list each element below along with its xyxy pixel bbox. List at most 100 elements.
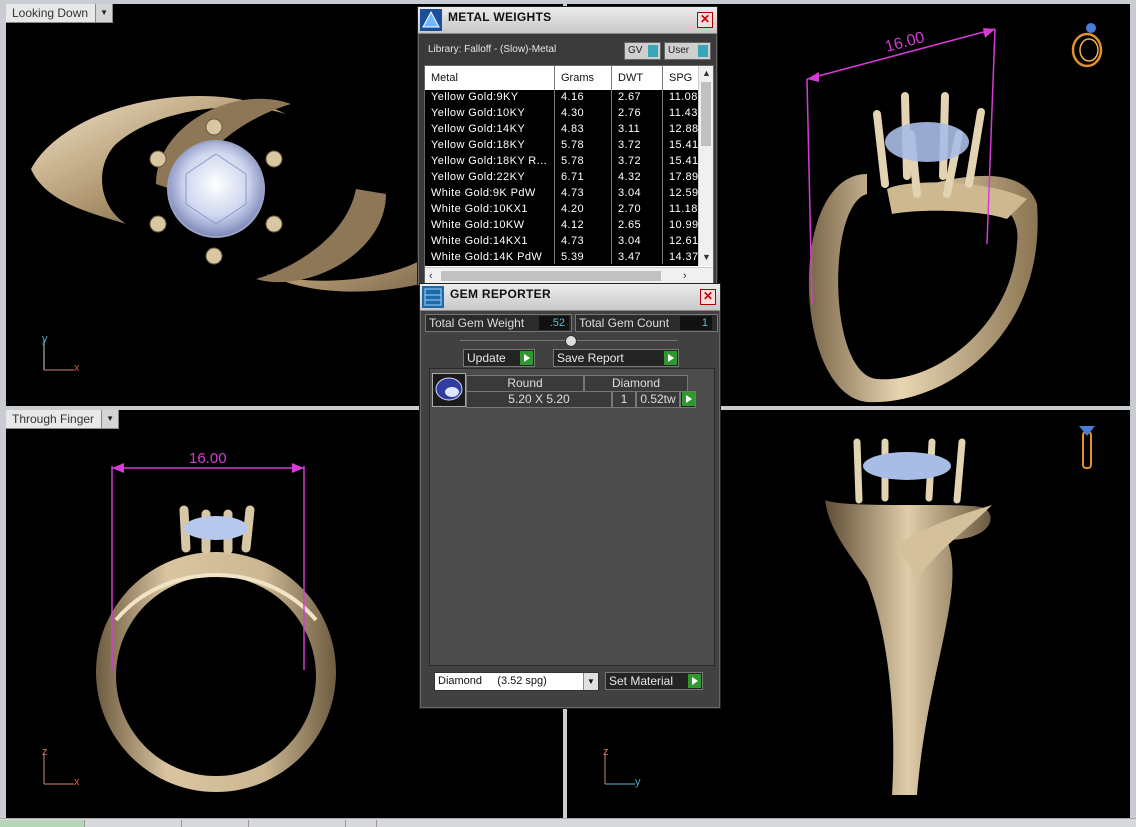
table-row[interactable]: Yellow Gold:22KY 6.71 4.32 17.89 (425, 170, 699, 186)
scrollbar-thumb[interactable] (701, 82, 711, 146)
cell-dwt: 2.65 (618, 219, 642, 231)
collapse-handle-icon[interactable] (565, 335, 577, 347)
cell-grams: 5.39 (561, 251, 585, 263)
cell-grams: 5.78 (561, 155, 585, 167)
cell-metal: Yellow Gold:22KY (431, 171, 526, 183)
play-arrow-icon (664, 351, 677, 365)
total-gem-weight-value: .52 (539, 316, 569, 330)
vertical-scrollbar[interactable]: ▲ ▼ (698, 66, 713, 266)
gem-reporter-panel: GEM REPORTER ✕ Total Gem Weight .52 Tota… (419, 283, 721, 709)
scroll-right-icon[interactable]: › (683, 270, 687, 282)
axis-z-label: z (42, 746, 48, 758)
close-icon[interactable]: ✕ (697, 12, 713, 28)
cell-grams: 4.20 (561, 203, 585, 215)
gem-go-button[interactable] (680, 391, 696, 408)
cell-spg: 15.41 (669, 155, 699, 167)
table-row[interactable]: Yellow Gold:14KY 4.83 3.11 12.88 (425, 122, 699, 138)
column-header-grams[interactable]: Grams (561, 72, 594, 84)
update-button[interactable]: Update (463, 349, 535, 367)
view-label-looking-down[interactable]: Looking Down ▼ (6, 4, 114, 23)
scroll-up-icon[interactable]: ▲ (702, 68, 711, 78)
cell-dwt: 3.47 (618, 251, 642, 263)
table-row[interactable]: White Gold:14K PdW 5.39 3.47 14.37 (425, 250, 699, 266)
axis-x-label: x (74, 362, 80, 374)
cell-dwt: 2.67 (618, 91, 642, 103)
table-row[interactable]: Yellow Gold:10KY 4.30 2.76 11.43 (425, 106, 699, 122)
metal-weights-icon (420, 9, 442, 31)
toggle-knob-icon (648, 45, 658, 57)
cell-dwt: 3.04 (618, 235, 642, 247)
table-header: Metal Grams DWT SPG (425, 66, 699, 91)
axis-y-label: y (42, 333, 48, 345)
cell-dwt: 3.72 (618, 139, 642, 151)
total-gem-count-value: 1 (680, 316, 712, 330)
cell-dwt: 3.04 (618, 187, 642, 199)
cell-metal: White Gold:14KX1 (431, 235, 528, 247)
view-label-through-finger[interactable]: Through Finger ▼ (6, 410, 120, 429)
cell-grams: 5.78 (561, 139, 585, 151)
table-body: Yellow Gold:9KY 4.16 2.67 11.08 Yellow Gold:… (425, 90, 699, 266)
cell-dwt: 4.32 (618, 171, 642, 183)
play-arrow-icon (682, 392, 695, 406)
table-row[interactable]: Yellow Gold:18KY R... 5.78 3.72 15.41 (425, 154, 699, 170)
view-dropdown-icon[interactable]: ▼ (101, 410, 119, 428)
table-row[interactable]: Yellow Gold:18KY 5.78 3.72 15.41 (425, 138, 699, 154)
table-row[interactable]: White Gold:9K PdW 4.73 3.04 12.59 (425, 186, 699, 202)
cell-grams: 4.73 (561, 235, 585, 247)
play-arrow-icon (520, 351, 533, 365)
cell-spg: 14.37 (669, 251, 699, 263)
table-row[interactable]: White Gold:10KW 4.12 2.65 10.99 (425, 218, 699, 234)
total-gem-count: Total Gem Count 1 (575, 314, 718, 332)
axis-z-label: z (603, 746, 609, 758)
cell-spg: 12.61 (669, 235, 699, 247)
chevron-down-icon[interactable]: ▼ (583, 673, 598, 690)
ring-view-cube-icon[interactable] (1067, 16, 1111, 72)
scroll-left-icon[interactable]: ‹ (429, 270, 433, 282)
cell-spg: 10.99 (669, 219, 699, 231)
cell-metal: White Gold:14K PdW (431, 251, 543, 263)
gv-toggle[interactable]: GV (624, 42, 661, 60)
column-header-dwt[interactable]: DWT (618, 72, 643, 84)
table-row[interactable]: Yellow Gold:9KY 4.16 2.67 11.08 (425, 90, 699, 106)
cell-dwt: 3.72 (618, 155, 642, 167)
ring-side-view-icon[interactable] (1073, 418, 1103, 474)
gem-weight: 0.52tw (636, 391, 680, 408)
cell-dwt: 2.70 (618, 203, 642, 215)
panel-title: METAL WEIGHTS (448, 10, 552, 24)
gem-shape: Round (466, 375, 584, 392)
metal-weights-table[interactable]: Metal Grams DWT SPG Yellow Gold:9KY 4.16 2… (424, 65, 714, 285)
set-material-button[interactable]: Set Material (605, 672, 703, 690)
save-report-button[interactable]: Save Report (553, 349, 679, 367)
cell-grams: 4.73 (561, 187, 585, 199)
cell-metal: White Gold:10KW (431, 219, 525, 231)
close-icon[interactable]: ✕ (700, 289, 716, 305)
scrollbar-thumb[interactable] (441, 271, 661, 281)
round-diamond-icon (432, 373, 466, 407)
cell-spg: 15.41 (669, 139, 699, 151)
cell-metal: Yellow Gold:18KY R... (431, 155, 548, 167)
column-header-metal[interactable]: Metal (431, 72, 458, 84)
cell-metal: Yellow Gold:14KY (431, 123, 526, 135)
axis-x-label: x (74, 776, 80, 788)
material-select[interactable]: Diamond (3.52 spg) ▼ (434, 672, 599, 691)
scroll-down-icon[interactable]: ▼ (702, 252, 711, 262)
gem-reporter-titlebar[interactable]: GEM REPORTER ✕ (420, 284, 720, 311)
cell-dwt: 2.76 (618, 107, 642, 119)
axis-triad-icon (43, 754, 74, 785)
cell-grams: 6.71 (561, 171, 585, 183)
toggle-knob-icon (698, 45, 708, 57)
column-header-spg[interactable]: SPG (669, 72, 692, 84)
table-row[interactable]: White Gold:10KX1 4.20 2.70 11.18 (425, 202, 699, 218)
cell-spg: 12.59 (669, 187, 699, 199)
user-toggle[interactable]: User (664, 42, 711, 60)
panel-title: GEM REPORTER (450, 287, 551, 301)
table-row[interactable]: White Gold:14KX1 4.73 3.04 12.61 (425, 234, 699, 250)
gem-reporter-icon (422, 286, 444, 308)
cell-grams: 4.83 (561, 123, 585, 135)
view-dropdown-icon[interactable]: ▼ (95, 4, 113, 22)
cell-metal: Yellow Gold:10KY (431, 107, 526, 119)
horizontal-scrollbar[interactable]: ‹ › (425, 267, 713, 284)
metal-weights-titlebar[interactable]: METAL WEIGHTS ✕ (418, 7, 717, 34)
gem-quantity: 1 (612, 391, 636, 408)
cell-metal: White Gold:10KX1 (431, 203, 528, 215)
